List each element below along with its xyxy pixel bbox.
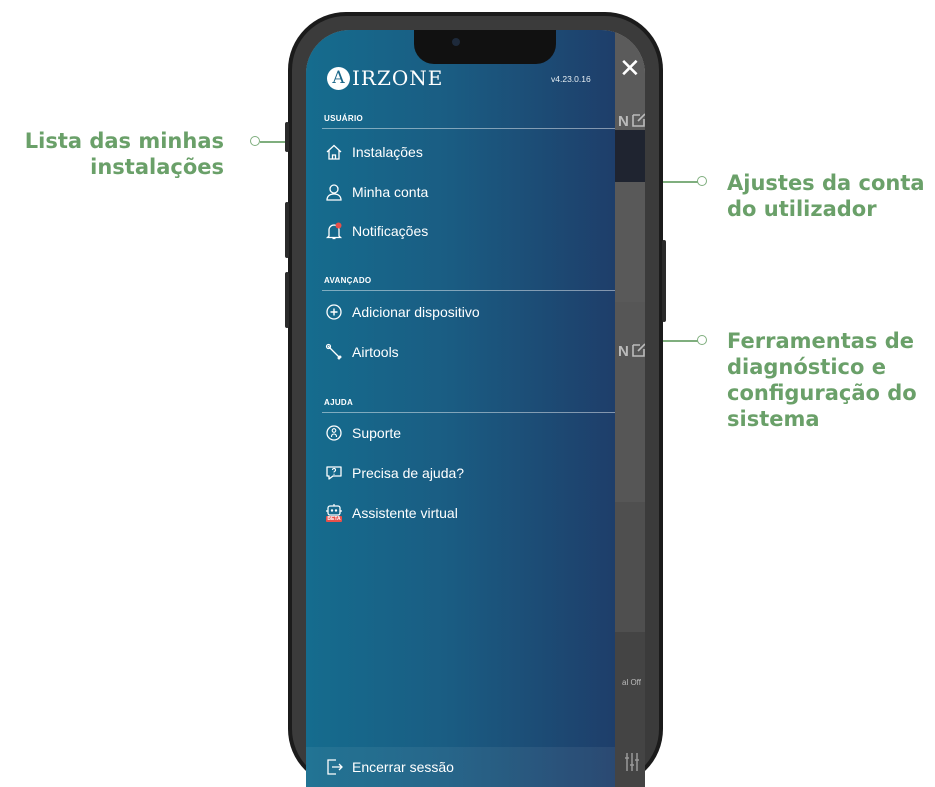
navigation-drawer: A IRZONE v4.23.0.16 USUÁRIO Instalações …: [306, 30, 615, 787]
annotation-airtools: Ferramentas de diagnóstico e configuraçã…: [727, 328, 932, 432]
edit-icon[interactable]: [631, 342, 645, 358]
annotation-line: do utilizador: [727, 197, 877, 221]
menu-item-label: Airtools: [352, 344, 399, 360]
bg-text: al Off: [622, 678, 641, 687]
help-bubble-icon: [324, 463, 344, 483]
phone-side-button: [285, 202, 289, 258]
divider: [322, 290, 615, 291]
menu-item-help[interactable]: Precisa de ajuda?: [324, 462, 464, 484]
annotation-line: Ajustes da conta: [727, 171, 925, 195]
edit-icon[interactable]: [631, 112, 645, 128]
bell-icon: [324, 221, 344, 241]
menu-item-notifications[interactable]: Notificações: [324, 220, 428, 242]
settings-sliders-icon[interactable]: [624, 752, 640, 772]
phone-power-button: [662, 240, 666, 322]
menu-item-airtools[interactable]: Airtools: [324, 341, 399, 363]
annotation-line: Ferramentas de: [727, 329, 914, 353]
section-title: AVANÇADO: [324, 276, 372, 285]
menu-item-add-device[interactable]: Adicionar dispositivo: [324, 301, 480, 323]
divider: [322, 412, 615, 413]
menu-item-label: Encerrar sessão: [352, 759, 454, 775]
menu-item-label: Notificações: [352, 223, 429, 239]
menu-item-label: Precisa de ajuda?: [352, 465, 465, 481]
menu-item-account[interactable]: Minha conta: [324, 181, 428, 203]
phone-frame: ✕ N N al Off A IRZONE v4.23.0.16 USUÁRIO: [285, 12, 666, 787]
menu-item-label: Assistente virtual: [352, 505, 458, 521]
user-icon: [324, 182, 344, 202]
phone-side-button: [285, 272, 289, 328]
annotation-dot: [697, 176, 707, 186]
menu-item-label: Suporte: [352, 425, 402, 441]
annotation-dot: [697, 335, 707, 345]
app-version: v4.23.0.16: [551, 74, 591, 84]
annotation-line: Lista das minhas: [24, 129, 224, 153]
logo-text: IRZONE: [352, 66, 444, 90]
annotation-line: instalações: [90, 155, 224, 179]
phone-screen: ✕ N N al Off A IRZONE v4.23.0.16 USUÁRIO: [306, 30, 645, 787]
menu-item-label: Instalações: [352, 144, 423, 160]
annotation-line: sistema: [727, 407, 820, 431]
menu-item-label: Adicionar dispositivo: [352, 304, 480, 320]
support-icon: [324, 423, 344, 443]
beta-badge: BETA: [327, 516, 341, 522]
phone-side-button: [285, 122, 289, 152]
section-advanced: AVANÇADO: [322, 276, 615, 291]
annotation-line: configuração do: [727, 381, 917, 405]
airzone-logo: A IRZONE: [327, 66, 443, 90]
section-user: USUÁRIO: [322, 114, 615, 129]
plus-circle-icon: [324, 302, 344, 322]
home-icon: [324, 142, 344, 162]
annotation-dot: [250, 136, 260, 146]
edit-label: N: [618, 343, 629, 360]
logout-icon: [324, 757, 344, 777]
section-title: USUÁRIO: [324, 114, 363, 123]
wrench-icon: [324, 342, 344, 362]
section-help: AJUDA: [322, 398, 615, 413]
menu-item-label: Minha conta: [352, 184, 429, 200]
drawer-footer: Encerrar sessão: [306, 747, 615, 787]
logo-letter: A: [327, 66, 350, 90]
annotation-line: diagnóstico e: [727, 355, 886, 379]
phone-notch: [414, 30, 556, 64]
annotation-installations: Lista das minhas instalações: [10, 128, 224, 180]
divider: [322, 128, 615, 129]
menu-item-logout[interactable]: Encerrar sessão: [324, 756, 454, 778]
menu-item-assistant[interactable]: BETA Assistente virtual: [324, 502, 458, 524]
edit-label: N: [618, 113, 629, 130]
camera: [452, 38, 460, 46]
robot-icon: BETA: [324, 503, 344, 523]
annotation-account: Ajustes da conta do utilizador: [727, 170, 932, 222]
menu-item-support[interactable]: Suporte: [324, 422, 401, 444]
menu-item-installations[interactable]: Instalações: [324, 141, 423, 163]
close-icon[interactable]: ✕: [619, 54, 641, 84]
section-title: AJUDA: [324, 398, 354, 407]
